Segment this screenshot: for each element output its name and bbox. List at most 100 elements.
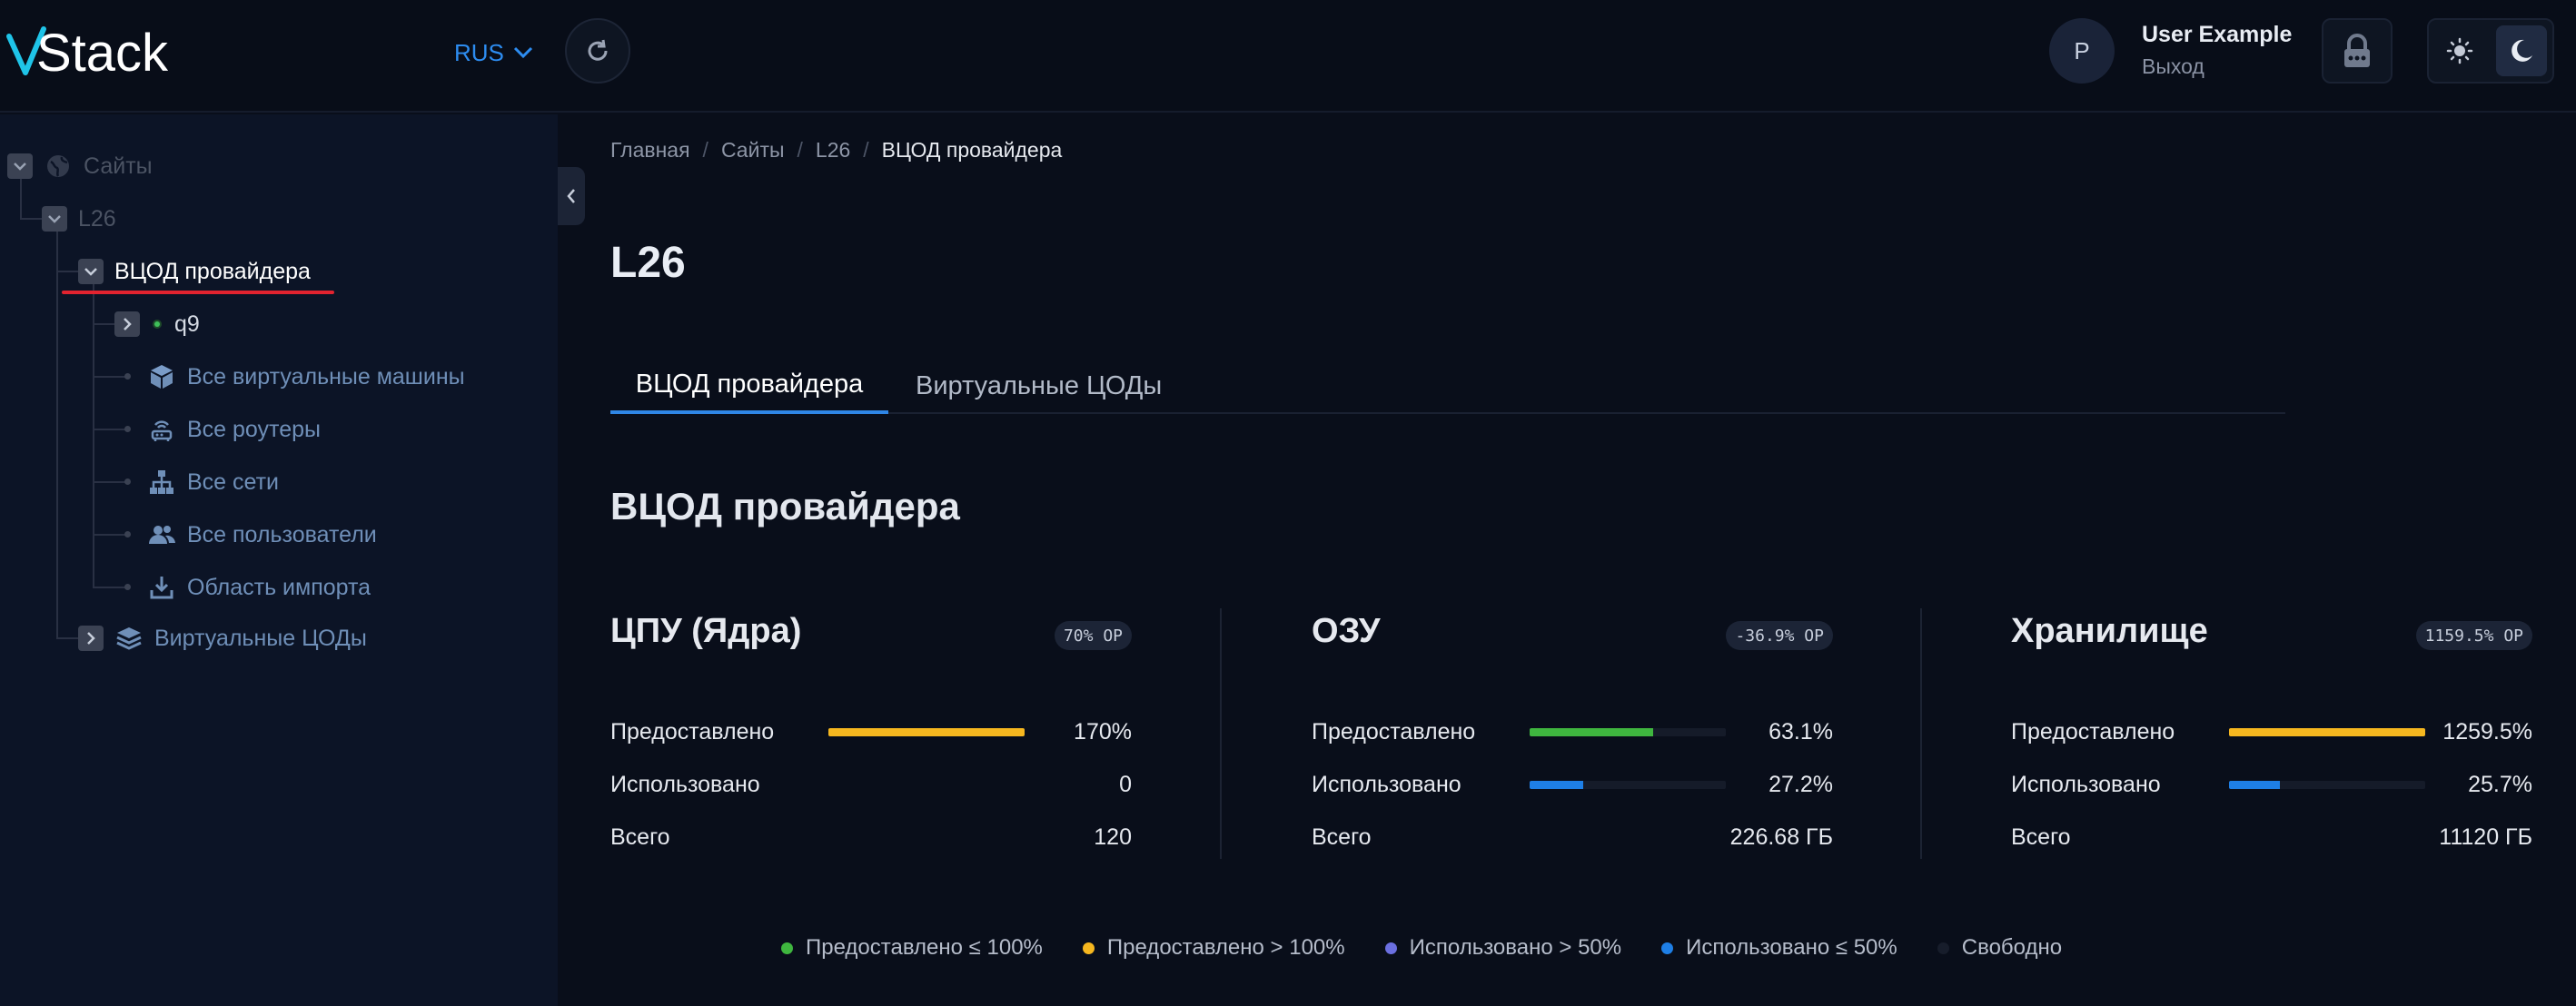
legend-dot [1082, 942, 1095, 954]
tree-item-label: ВЦОД провайдера [114, 258, 311, 284]
row-value: 120 [1094, 824, 1132, 850]
row-value: 27.2% [1769, 772, 1833, 797]
tree-item-all-routers[interactable]: Все роутеры [147, 409, 321, 449]
tree-toggle-expanded[interactable] [7, 153, 33, 179]
tree-toggle-collapsed[interactable] [114, 311, 140, 337]
usage-bar-fill [1530, 728, 1654, 736]
language-selector[interactable]: RUS [454, 35, 533, 71]
breadcrumb-separator: / [702, 138, 708, 162]
sidebar-collapse-button[interactable] [558, 167, 585, 225]
light-theme-button[interactable] [2434, 25, 2485, 76]
tree-toggle-collapsed[interactable] [78, 626, 104, 651]
legend-label: Предоставлено ≤ 100% [806, 935, 1043, 960]
user-avatar[interactable]: P [2049, 18, 2115, 84]
row-value: 25.7% [2468, 772, 2532, 797]
language-label: RUS [454, 38, 504, 66]
usage-bar [2229, 781, 2425, 789]
tree-item-label: Все виртуальные машины [187, 363, 465, 390]
tab-bar: ВЦОД провайдера Виртуальные ЦОДы [610, 358, 2285, 414]
usage-bar [828, 728, 1025, 736]
tree-item-label: Все роутеры [187, 416, 321, 442]
row-label: Использовано [610, 772, 760, 797]
legend-label: Использовано ≤ 50% [1686, 935, 1897, 960]
breadcrumb-l26[interactable]: L26 [816, 138, 850, 163]
legend-dot [1384, 942, 1397, 954]
tree-item-label: Область импорта [187, 574, 372, 600]
top-header: Stack RUS P User Example Выход [0, 0, 2576, 113]
tree-item-virtual-dcs[interactable]: Виртуальные ЦОДы [78, 618, 367, 658]
tree-item-provider-vdc[interactable]: ВЦОД провайдера [78, 252, 311, 291]
users-icon [147, 520, 176, 549]
row-label: Всего [2011, 824, 2071, 850]
row-label: Использовано [2011, 772, 2161, 797]
resource-row-provisioned: Предоставлено 63.1% [1312, 714, 1833, 750]
resource-row-used: Использовано 27.2% [1312, 766, 1833, 803]
chevron-down-icon [513, 46, 532, 59]
vstack-logo[interactable]: Stack [5, 20, 196, 84]
legend-label: Свободно [1961, 935, 2063, 960]
chevron-down-icon [14, 163, 26, 171]
resource-row-total: Всего 11120 ГБ [2011, 819, 2532, 855]
breadcrumb-separator: / [797, 138, 803, 162]
breadcrumb-separator: / [863, 138, 869, 162]
tree-item-all-networks[interactable]: Все сети [147, 462, 279, 502]
tree-toggle-expanded[interactable] [78, 259, 104, 284]
tree-toggle-expanded[interactable] [42, 206, 67, 232]
legend-dot [1661, 942, 1674, 954]
row-label: Всего [610, 824, 670, 850]
resource-row-total: Всего 120 [610, 819, 1132, 855]
row-value: 226.68 ГБ [1729, 824, 1833, 850]
chevron-right-icon [87, 632, 95, 645]
row-value: 11120 ГБ [2439, 824, 2532, 850]
breadcrumb: Главная / Сайты / L26 / ВЦОД провайдера [610, 138, 1062, 163]
refresh-button[interactable] [565, 18, 630, 84]
overprovision-badge: -36.9% OP [1726, 621, 1833, 650]
legend-item: Использовано ≤ 50% [1661, 935, 1897, 961]
tree-item-all-users[interactable]: Все пользователи [147, 515, 377, 555]
avatar-letter: P [2074, 36, 2090, 64]
lock-button[interactable] [2322, 18, 2393, 84]
moon-icon [2512, 39, 2532, 62]
tree-item-label: q9 [174, 311, 200, 337]
breadcrumb-home[interactable]: Главная [610, 138, 690, 163]
dark-theme-button[interactable] [2496, 25, 2547, 76]
row-value: 63.1% [1769, 719, 1833, 745]
tree-item-label: Сайты [84, 153, 153, 179]
tree-item-l26[interactable]: L26 [42, 199, 116, 239]
row-label: Предоставлено [610, 719, 775, 745]
tree-item-label: Все пользователи [187, 521, 377, 547]
layers-icon [114, 624, 144, 653]
theme-switch[interactable] [2427, 18, 2554, 84]
legend-label: Предоставлено > 100% [1106, 935, 1345, 960]
tree-item-q9[interactable]: q9 [114, 304, 200, 344]
tree-item-sites[interactable]: Сайты [7, 146, 153, 186]
tree-item-all-vms[interactable]: Все виртуальные машины [147, 357, 465, 397]
usage-bar-fill [2229, 781, 2280, 789]
breadcrumb-sites[interactable]: Сайты [721, 138, 785, 163]
tree-item-label: Все сети [187, 468, 280, 495]
tree-item-label: Виртуальные ЦОДы [154, 625, 367, 651]
resource-row-total: Всего 226.68 ГБ [1312, 819, 1833, 855]
logout-link[interactable]: Выход [2142, 54, 2204, 79]
chevron-left-icon [567, 189, 575, 203]
globe-icon [44, 152, 73, 181]
tree-item-label: L26 [78, 205, 116, 232]
tab-virtual-dcs[interactable]: Виртуальные ЦОДы [916, 358, 1162, 414]
chevron-right-icon [124, 318, 132, 330]
legend-item: Использовано > 50% [1384, 935, 1621, 961]
section-title: ВЦОД провайдера [610, 485, 960, 528]
tab-provider-vdc[interactable]: ВЦОД провайдера [610, 358, 888, 414]
refresh-icon [588, 39, 608, 61]
chevron-down-icon [48, 215, 61, 223]
chevron-down-icon [84, 268, 97, 276]
download-icon [147, 573, 176, 602]
resource-card-cpu: ЦПУ (Ядра) 70% OP Предоставлено 170% Исп… [610, 608, 1132, 863]
resource-row-used: Использовано 25.7% [2011, 766, 2532, 803]
tree-item-import-area[interactable]: Область импорта [147, 567, 371, 607]
legend-item: Предоставлено ≤ 100% [781, 935, 1043, 961]
resource-row-provisioned: Предоставлено 1259.5% [2011, 714, 2532, 750]
column-divider [1220, 608, 1222, 859]
row-value: 170% [1074, 719, 1132, 745]
row-label: Использовано [1312, 772, 1461, 797]
usage-bar [2229, 728, 2425, 736]
